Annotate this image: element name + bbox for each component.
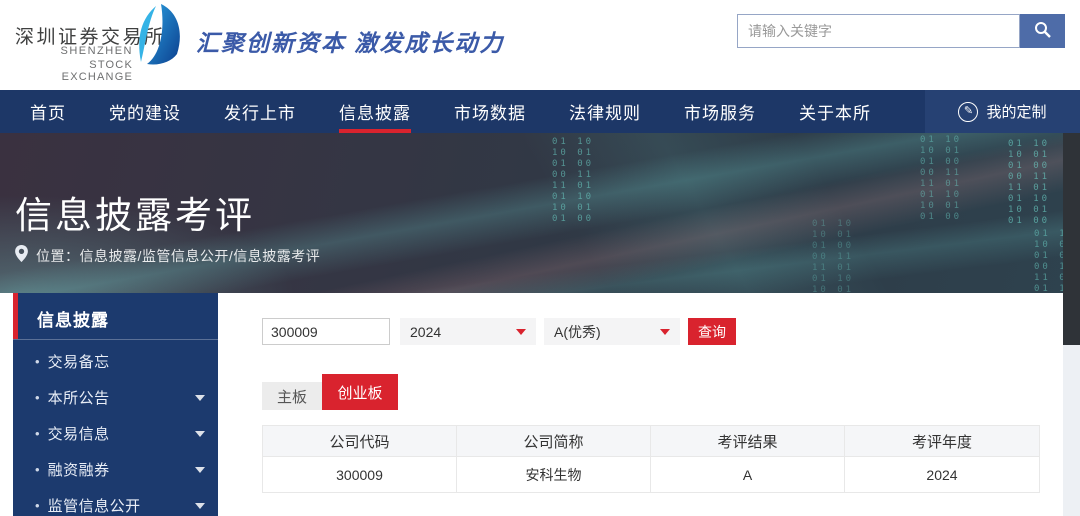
bullet-icon: • <box>35 498 40 513</box>
nav-item-label: 市场服务 <box>684 99 756 124</box>
nav-item-label: 发行上市 <box>224 99 296 124</box>
primary-nav: 首页 党的建设 发行上市 信息披露 市场数据 法律规则 市场服务 关于本所 ✎ … <box>0 90 1080 133</box>
year-select-value: 2024 <box>410 324 441 340</box>
sidebar-item-trading-memo[interactable]: • 交易备忘 <box>13 343 218 379</box>
cell-year: 2024 <box>845 457 1039 492</box>
query-button[interactable]: 查询 <box>688 318 736 345</box>
page-title: 信息披露考评 <box>15 185 255 239</box>
nav-item-market-services[interactable]: 市场服务 <box>684 90 756 133</box>
search-button[interactable] <box>1020 14 1065 48</box>
nav-item-market-data[interactable]: 市场数据 <box>454 90 526 133</box>
chevron-down-icon <box>195 467 205 473</box>
cell-company-code: 300009 <box>263 457 457 492</box>
bullet-icon: • <box>35 354 40 369</box>
search-input[interactable] <box>737 14 1020 48</box>
nav-item-listing[interactable]: 发行上市 <box>224 90 296 133</box>
customize-pencil-icon: ✎ <box>958 102 978 122</box>
company-code-input[interactable] <box>262 318 390 345</box>
nav-item-rules[interactable]: 法律规则 <box>569 90 641 133</box>
my-customization-button[interactable]: ✎ 我的定制 <box>925 90 1080 133</box>
grade-select[interactable]: A(优秀) <box>544 318 680 345</box>
column-header-company-name: 公司简称 <box>457 426 651 456</box>
cell-company-name: 安科生物 <box>457 457 651 492</box>
search-icon <box>1034 21 1051 41</box>
cell-result: A <box>651 457 845 492</box>
nav-item-label: 法律规则 <box>569 99 641 124</box>
grade-select-value: A(优秀) <box>554 322 601 342</box>
sidebar-item-regulatory-disclosure[interactable]: • 监管信息公开 <box>13 487 218 516</box>
tab-main-board[interactable]: 主板 <box>262 382 322 410</box>
year-select[interactable]: 2024 <box>400 318 536 345</box>
nav-item-party-building[interactable]: 党的建设 <box>109 90 181 133</box>
column-header-company-code: 公司代码 <box>263 426 457 456</box>
szse-logo-icon <box>131 4 183 71</box>
sidebar-item-label: 交易备忘 <box>48 351 110 372</box>
page: 深圳证券交易所 SHENZHEN STOCK EXCHANGE 汇聚创新资本 激… <box>0 0 1080 516</box>
chevron-down-icon <box>195 431 205 437</box>
bullet-icon: • <box>35 426 40 441</box>
table-header-row: 公司代码 公司简称 考评结果 考评年度 <box>263 426 1039 457</box>
location-pin-icon <box>15 245 28 267</box>
my-customization-label: 我的定制 <box>986 101 1046 122</box>
sidebar-red-accent <box>13 293 18 339</box>
chevron-down-icon <box>195 503 205 509</box>
nav-item-label: 党的建设 <box>109 99 181 124</box>
sidebar-menu: • 交易备忘 • 本所公告 • 交易信息 • 融资融券 • 监管信息公开 <box>13 343 218 516</box>
tab-chinext[interactable]: 创业板 <box>322 374 398 410</box>
sidebar-item-label: 融资融券 <box>48 459 110 480</box>
site-slogan: 汇聚创新资本 激发成长动力 <box>196 24 504 58</box>
nav-item-label: 首页 <box>30 99 66 124</box>
binary-decoration: 01 10 10 01 01 00 00 11 11 01 01 10 10 0… <box>920 135 962 223</box>
sidebar: 信息披露 • 交易备忘 • 本所公告 • 交易信息 • 融资融券 <box>13 293 218 516</box>
binary-decoration: 01 10 10 01 01 00 00 11 11 01 01 10 10 0… <box>552 137 594 225</box>
nav-item-label: 市场数据 <box>454 99 526 124</box>
column-header-result: 考评结果 <box>651 426 845 456</box>
sidebar-item-label: 监管信息公开 <box>48 495 141 516</box>
nav-item-home[interactable]: 首页 <box>30 90 66 133</box>
scrollbar-thumb[interactable] <box>1063 133 1080 345</box>
sidebar-item-exchange-announcements[interactable]: • 本所公告 <box>13 379 218 415</box>
caret-down-icon <box>660 329 670 335</box>
logo-english-line1: SHENZHEN <box>15 45 133 57</box>
binary-decoration: 01 10 10 01 01 00 00 11 11 01 01 10 10 0… <box>1008 139 1050 227</box>
column-header-year: 考评年度 <box>845 426 1039 456</box>
sidebar-item-label: 本所公告 <box>48 387 110 408</box>
sidebar-item-margin-trading[interactable]: • 融资融券 <box>13 451 218 487</box>
caret-down-icon <box>516 329 526 335</box>
bullet-icon: • <box>35 390 40 405</box>
table-row: 300009 安科生物 A 2024 <box>263 457 1039 493</box>
nav-item-label: 信息披露 <box>339 99 411 124</box>
binary-decoration: 01 10 10 01 01 00 00 11 11 01 01 10 10 0… <box>812 219 854 293</box>
site-header: 深圳证券交易所 SHENZHEN STOCK EXCHANGE 汇聚创新资本 激… <box>0 0 1080 90</box>
main-content: 2024 A(优秀) 查询 主板 创业板 公司代码 公司简称 考评结果 考评年度… <box>218 293 1080 516</box>
sidebar-title: 信息披露 <box>37 306 109 331</box>
logo-english-line2: STOCK EXCHANGE <box>15 59 133 83</box>
sidebar-item-trading-info[interactable]: • 交易信息 <box>13 415 218 451</box>
evaluation-table: 公司代码 公司简称 考评结果 考评年度 300009 安科生物 A 2024 <box>262 425 1040 493</box>
sidebar-item-label: 交易信息 <box>48 423 110 444</box>
chevron-down-icon <box>195 395 205 401</box>
bullet-icon: • <box>35 462 40 477</box>
breadcrumb-text: 位置：信息披露/监管信息公开/信息披露考评 <box>36 246 320 266</box>
nav-item-label: 关于本所 <box>799 99 871 124</box>
nav-item-about[interactable]: 关于本所 <box>799 90 871 133</box>
nav-item-disclosure[interactable]: 信息披露 <box>339 90 411 133</box>
hero-banner: 01 10 10 01 01 00 00 11 11 01 01 10 10 0… <box>0 133 1080 293</box>
sidebar-divider <box>13 339 218 340</box>
breadcrumb: 位置：信息披露/监管信息公开/信息披露考评 <box>15 245 320 267</box>
